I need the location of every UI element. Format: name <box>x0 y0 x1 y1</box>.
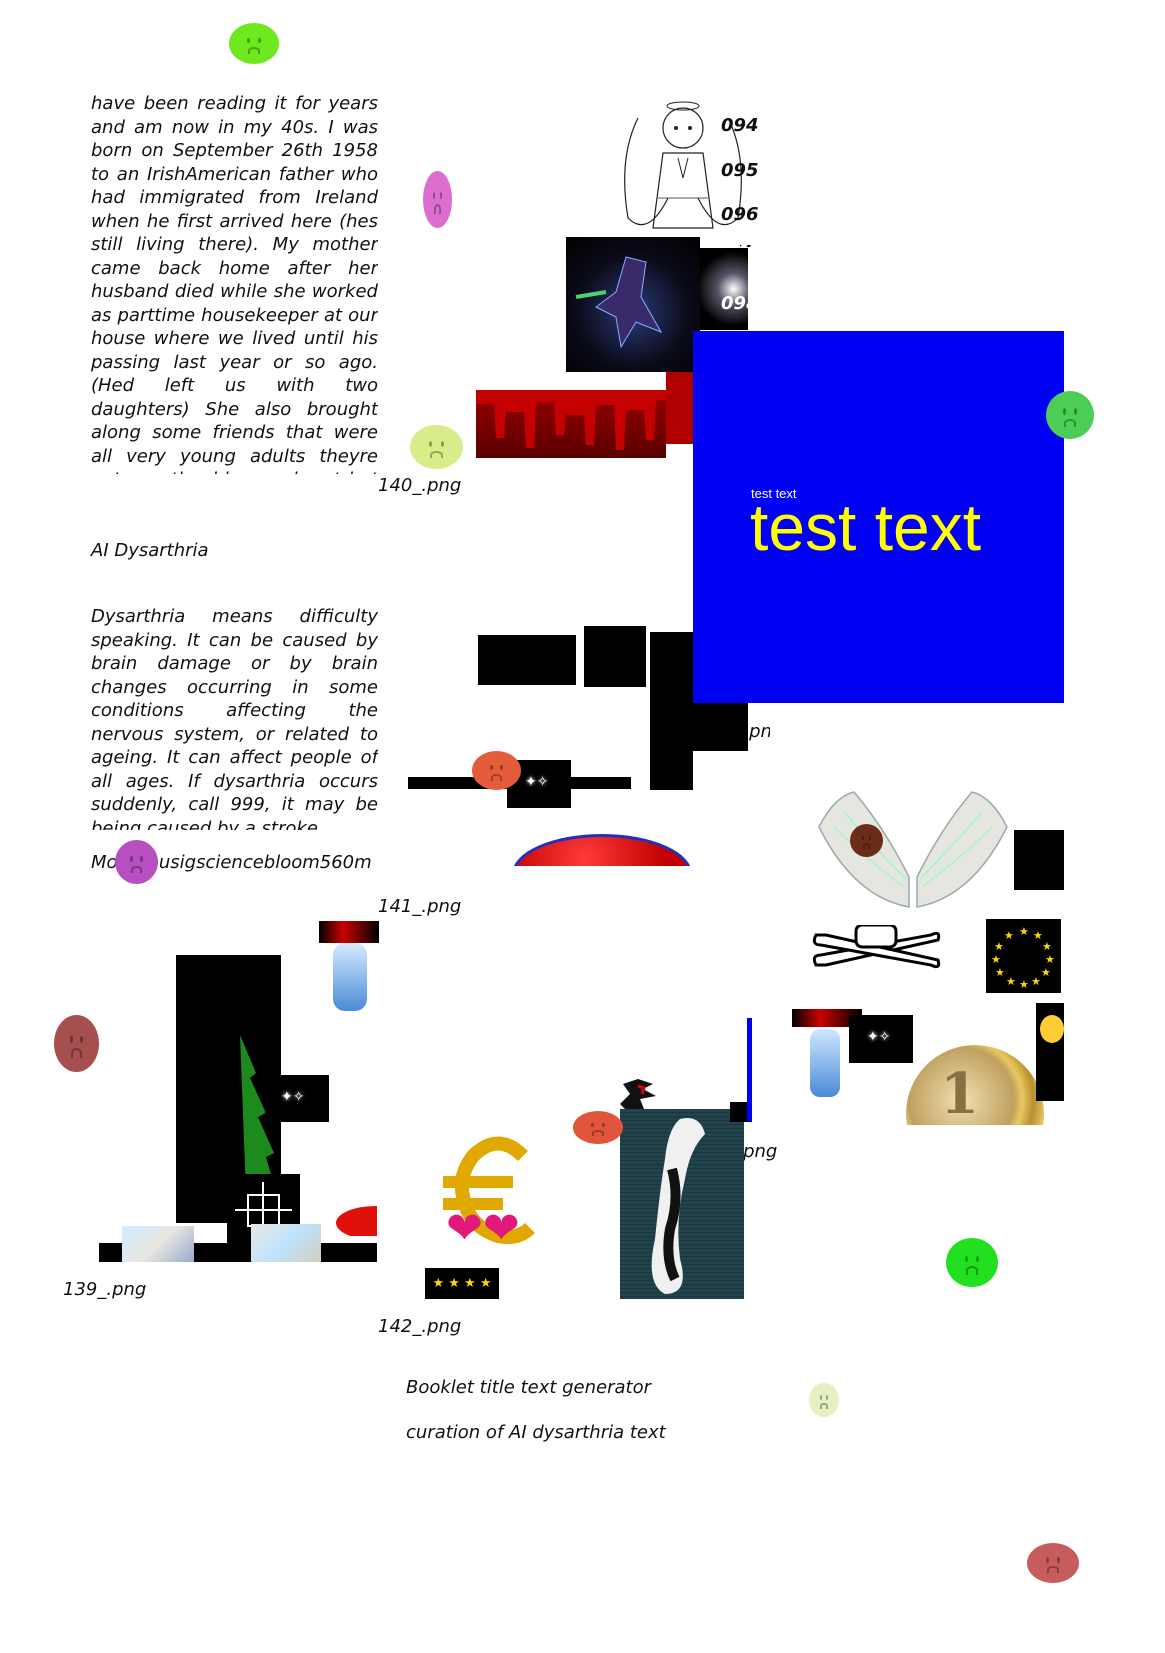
dark-glow-block <box>700 248 748 330</box>
caption-141: 141_.png <box>378 896 462 917</box>
svg-text:★: ★ <box>1045 953 1055 966</box>
black-block-4 <box>693 703 748 751</box>
red-dome-clip <box>512 834 692 866</box>
wings-shape <box>818 791 1008 908</box>
dark-knight-sprite <box>566 237 700 372</box>
sad-face-icon-bottom <box>1027 1543 1079 1583</box>
booklet-title-line: Booklet title text generator <box>406 1377 652 1398</box>
svg-text:★: ★ <box>994 940 1004 953</box>
svg-text:★: ★ <box>1006 975 1016 988</box>
screaming-emoji-icon <box>1040 1015 1064 1043</box>
section-heading: AI Dysarthria <box>91 540 209 561</box>
cat-dark-photo <box>620 1109 744 1299</box>
svg-text:★: ★ <box>1031 975 1041 988</box>
caption-139: 139_.png <box>63 1279 147 1300</box>
red-dome <box>512 834 692 866</box>
sparkle-block-2: ✦✧ <box>849 1015 913 1063</box>
girl-body-2 <box>333 943 367 1011</box>
red-drip-edge <box>666 372 694 444</box>
emoji-strip <box>1036 1003 1064 1101</box>
sad-face-icon-green-right <box>1046 391 1094 439</box>
girl-red-top <box>319 921 379 943</box>
cat-shape <box>651 1118 705 1294</box>
black-block-right <box>1014 830 1064 890</box>
curation-line: curation of AI dysarthria text <box>406 1422 666 1443</box>
sad-face-icon-dark-brown <box>850 824 883 857</box>
sparkle-icon: ✦✧ <box>525 774 549 790</box>
hearts-icon: ❤❤ <box>446 1203 520 1254</box>
angel-number-096: 096 <box>721 204 759 225</box>
black-slab-144 <box>730 1102 748 1122</box>
svg-text:★: ★ <box>995 966 1005 979</box>
caption-142: 142_.png <box>378 1316 462 1337</box>
sad-face-icon-bright-green <box>946 1238 998 1287</box>
angel-number-098: 098 <box>721 293 759 314</box>
sad-face-icon-rose <box>54 1015 99 1072</box>
sparkle-icon-2: ✦✧ <box>867 1029 891 1045</box>
sad-face-icon-red <box>573 1111 623 1144</box>
red-lip-clip <box>336 1206 377 1236</box>
svg-text:★: ★ <box>1041 966 1051 979</box>
intro-paragraph: have been reading it for years and am no… <box>91 93 378 474</box>
sad-face-icon-lime <box>410 425 463 469</box>
svg-text:★: ★ <box>1004 929 1014 942</box>
angel-number-095: 095 <box>721 160 759 181</box>
angel-wings-image <box>814 787 1012 930</box>
angel-number-094: 094 <box>721 115 759 136</box>
star-strip: ★ ★ ★ ★ <box>425 1268 499 1299</box>
sparkle-icon-3: ✦✧ <box>281 1089 305 1105</box>
panel-big-text: test text <box>750 490 982 564</box>
svg-text:★: ★ <box>1019 925 1029 938</box>
sad-face-icon-pink <box>423 171 452 228</box>
skull-crossbones-icon <box>812 925 941 969</box>
sad-face-icon-green-top <box>229 23 279 64</box>
girl-body <box>810 1029 840 1097</box>
drip-shapes <box>476 390 666 450</box>
coin-digit: 1 <box>940 1061 979 1125</box>
black-block-2 <box>584 626 646 687</box>
sparkle-block-3: ✦✧ <box>265 1075 329 1122</box>
red-lip-shape <box>336 1206 377 1236</box>
sad-face-icon-orange <box>472 751 521 790</box>
blue-line <box>747 1018 752 1122</box>
sad-face-icon-purple <box>115 840 158 884</box>
anime-girl-sprite <box>319 921 387 1013</box>
wing-fragment-2 <box>251 1224 321 1262</box>
black-block-1 <box>478 635 576 685</box>
blue-test-panel: test text test text <box>693 331 1064 703</box>
euro-flag-icon: ★ ★ ★ ★ ★ ★ ★ ★ ★ ★ ★ ★ <box>986 919 1061 993</box>
red-drip-strip <box>476 390 666 458</box>
euro-stars: ★ ★★★ ★★★★ ★★★★ <box>991 925 1055 991</box>
wing-fragment-1 <box>122 1226 194 1262</box>
svg-text:★: ★ <box>1019 978 1029 991</box>
definition-paragraph: Dysarthria means difficulty speaking. It… <box>91 606 378 830</box>
caption-140: 140_.png <box>378 475 462 496</box>
crosshair-h <box>235 1209 292 1211</box>
dark-knight-shape <box>575 256 663 349</box>
sad-face-icon-pale <box>809 1383 839 1417</box>
svg-text:★: ★ <box>991 953 1001 966</box>
black-block-3 <box>650 632 693 790</box>
svg-text:★: ★ <box>1042 940 1052 953</box>
euro-coin-image: 1 <box>906 1045 1044 1125</box>
